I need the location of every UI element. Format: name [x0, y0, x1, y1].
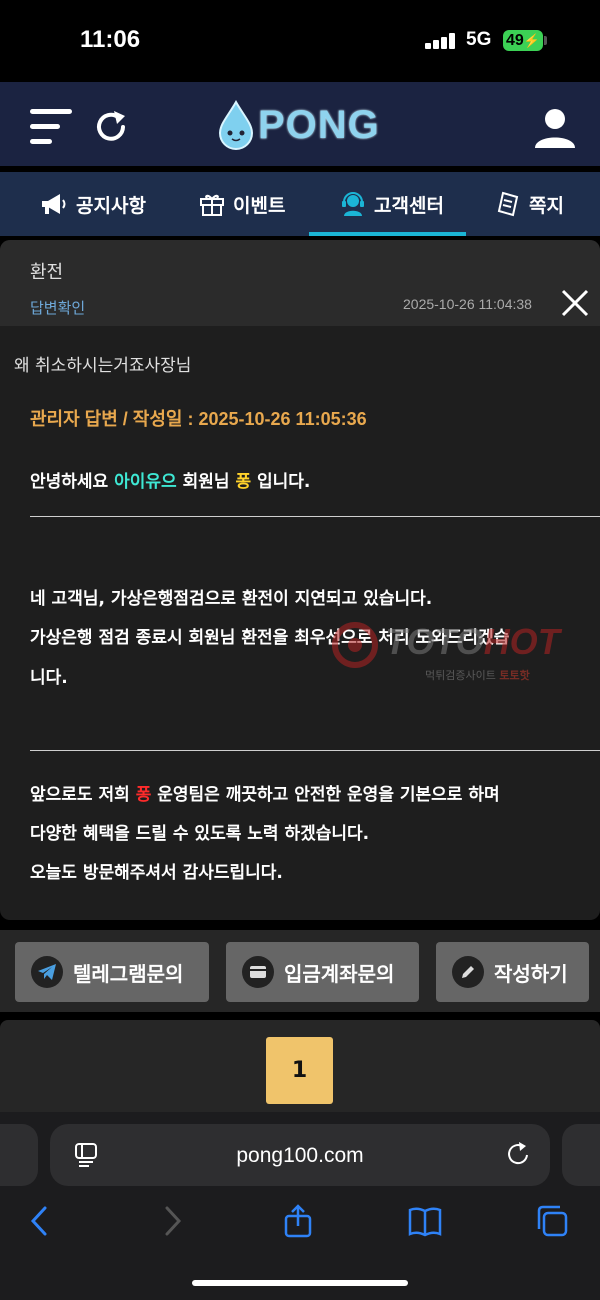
watermark-sub-brand: 토토핫: [499, 669, 530, 682]
write-button[interactable]: 작성하기: [436, 942, 589, 1002]
support-agent-icon: [342, 192, 364, 216]
pencil-icon: [452, 956, 484, 988]
battery-tip: [544, 36, 547, 45]
deposit-account-inquiry-label: 입금계좌문의: [284, 961, 395, 986]
body-line: 니다.: [30, 668, 68, 688]
bookmarks-icon[interactable]: [408, 1204, 442, 1238]
message-datetime: 2025-10-26 11:04:38: [403, 296, 532, 312]
closing-line: 다양한 혜택을 드릴 수 있도록 노력 하겠습니다.: [30, 824, 370, 844]
previous-tab-peek[interactable]: [0, 1124, 38, 1186]
site-name: 퐁: [235, 472, 252, 492]
closing-after: 운영팀은 깨끗하고 안전한 운영을 기본으로 하며: [151, 785, 500, 805]
status-time: 11:06: [80, 26, 141, 53]
forward-icon[interactable]: [155, 1204, 189, 1238]
action-button-area: 텔레그램문의 입금계좌문의 작성하기: [0, 930, 600, 1012]
message-card: 환전 답변확인 2025-10-26 11:04:38 왜 취소하시는거죠사장님…: [0, 240, 600, 920]
greeting-line: 안녕하세요 아이유으 회원님 퐁 입니다.: [30, 467, 310, 492]
app-header: PONG: [0, 82, 600, 166]
message-title: 환전: [30, 262, 64, 283]
gift-icon: [200, 194, 224, 216]
next-tab-peek[interactable]: [562, 1124, 600, 1186]
back-icon[interactable]: [23, 1204, 57, 1238]
closing-line: 오늘도 방문해주셔서 감사드립니다.: [30, 863, 283, 883]
address-bar[interactable]: pong100.com: [50, 1124, 550, 1186]
tab-label-message: 쪽지: [529, 194, 564, 217]
hamburger-icon[interactable]: [30, 109, 74, 145]
watermark-logo-icon: [332, 622, 378, 668]
battery-level: 49: [506, 32, 524, 49]
note-icon: [497, 191, 519, 217]
card-icon: [242, 956, 274, 988]
write-label: 작성하기: [494, 961, 568, 986]
tab-label-support: 고객센터: [374, 194, 444, 217]
closing-line: 앞으로도 저희 퐁 운영팀은 깨끗하고 안전한 운영을 기본으로 하며: [30, 780, 500, 805]
active-tab-indicator: [309, 232, 466, 236]
pagination: 1: [0, 1020, 600, 1112]
share-icon[interactable]: [281, 1204, 315, 1238]
tab-label-event: 이벤트: [233, 194, 286, 217]
user-icon[interactable]: [533, 106, 577, 150]
close-icon[interactable]: [560, 288, 590, 318]
closing-before: 앞으로도 저희: [30, 785, 136, 805]
pong-logo[interactable]: PONG: [216, 96, 380, 154]
tab-event[interactable]: 이벤트: [199, 172, 285, 236]
greeting-middle: 회원님: [176, 472, 236, 492]
question-text: 왜 취소하시는거죠사장님: [14, 356, 192, 376]
watermark-sub: 먹튀검증사이트 토토핫: [425, 667, 530, 683]
watermark-brand: TOTOHOT: [385, 621, 560, 663]
status-bar: 11:06 5G 49⚡: [0, 0, 600, 82]
greeting-after: 입니다.: [251, 472, 311, 492]
watermark-brand-text: TOTO: [385, 621, 484, 662]
page-button-current[interactable]: 1: [266, 1037, 333, 1104]
watermark: TOTOHOT 먹튀검증사이트 토토핫: [325, 615, 600, 690]
deposit-account-inquiry-button[interactable]: 입금계좌문의: [226, 942, 419, 1002]
greeting-before: 안녕하세요: [30, 472, 115, 492]
watermark-sub-text: 먹튀검증사이트: [425, 669, 500, 682]
closing-site-name: 퐁: [135, 785, 152, 805]
tab-support[interactable]: 고객센터: [340, 172, 444, 236]
water-drop-icon: [218, 100, 254, 150]
tab-message[interactable]: 쪽지: [497, 172, 564, 236]
tabs-icon[interactable]: [535, 1204, 569, 1238]
home-indicator[interactable]: [192, 1280, 408, 1286]
browser-toolbar: pong100.com: [0, 1112, 600, 1300]
reload-icon[interactable]: [507, 1141, 531, 1167]
answer-meta: 관리자 답변 / 작성일 : 2025-10-26 11:05:36: [30, 409, 367, 429]
signal-icon: [425, 33, 457, 49]
tab-bar: 공지사항 이벤트 고객센터 쪽지: [0, 172, 600, 236]
watermark-brand-hot: HOT: [483, 621, 560, 662]
tab-notice[interactable]: 공지사항: [40, 172, 146, 236]
network-label: 5G: [466, 29, 492, 50]
telegram-inquiry-label: 텔레그램문의: [73, 961, 184, 986]
message-status: 답변확인: [30, 299, 86, 317]
telegram-icon: [31, 956, 63, 988]
megaphone-icon: [42, 194, 66, 214]
battery-indicator: 49⚡: [503, 30, 543, 51]
message-header[interactable]: 환전 답변확인 2025-10-26 11:04:38: [0, 240, 600, 326]
logo-text: PONG: [258, 102, 380, 147]
divider: [30, 750, 600, 751]
tab-label-notice: 공지사항: [76, 194, 146, 217]
refresh-icon[interactable]: [92, 108, 130, 146]
member-name: 아이유으: [114, 472, 177, 492]
url-text: pong100.com: [236, 1144, 364, 1167]
body-line: 네 고객님, 가상은행점검으로 환전이 지연되고 있습니다.: [30, 589, 433, 609]
divider: [30, 516, 600, 517]
telegram-inquiry-button[interactable]: 텔레그램문의: [15, 942, 209, 1002]
